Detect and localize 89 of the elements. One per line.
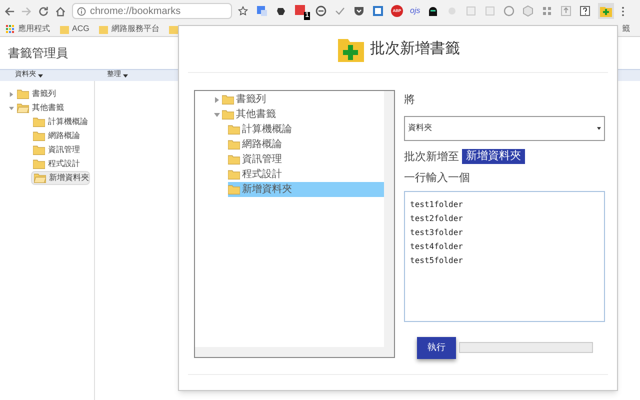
folder-icon xyxy=(228,154,240,165)
folder-icon xyxy=(17,89,29,99)
folder-icon xyxy=(33,159,45,169)
tree-item[interactable]: 計算機概論 xyxy=(228,122,384,137)
folder-icon xyxy=(33,117,45,127)
apps-grid-icon xyxy=(6,24,15,34)
folder-select[interactable]: 資料夾 xyxy=(404,116,605,140)
scrollbar[interactable] xyxy=(195,347,394,357)
open-folder-icon xyxy=(34,173,46,183)
tree-item[interactable]: 資訊管理 xyxy=(31,143,90,157)
dialog-title: 批次新增書籤 xyxy=(370,38,460,59)
field-label: 將 xyxy=(404,93,416,108)
target-label: 批次新增至 xyxy=(404,150,459,164)
tree-item-label: 計算機概論 xyxy=(242,122,292,137)
collapsed-arrow-icon[interactable] xyxy=(214,96,220,102)
pocket-icon[interactable] xyxy=(353,5,365,17)
folder-icon xyxy=(33,131,45,141)
page-title: 書籤管理員 xyxy=(8,45,68,62)
tree-item-label: 書籤列 xyxy=(236,92,266,107)
tree-item-label: 書籤列 xyxy=(32,88,56,100)
target-folder-tag: 新增資料夾 xyxy=(462,149,525,164)
folder-icon xyxy=(33,145,45,155)
tree-item[interactable]: 新增資料夾 xyxy=(31,171,90,185)
back-icon[interactable] xyxy=(4,6,15,16)
tree-item-label: 資訊管理 xyxy=(242,152,282,167)
tree-item-label: 計算機概論 xyxy=(48,116,88,128)
tree-item-label: 程式設計 xyxy=(48,158,80,170)
menu-icon[interactable] xyxy=(621,6,626,16)
address-bar[interactable]: chrome://bookmarks xyxy=(72,3,232,19)
info-icon[interactable] xyxy=(77,6,86,16)
home-icon[interactable] xyxy=(55,6,66,16)
tree-item[interactable]: 新增資料夾 xyxy=(228,182,384,197)
folder-icon xyxy=(222,109,234,120)
tree-item-label: 資訊管理 xyxy=(48,144,80,156)
folder-icon xyxy=(228,124,240,135)
bookmark[interactable]: 籤 xyxy=(622,23,630,35)
folder-icon xyxy=(228,139,240,150)
caret-icon xyxy=(38,74,43,78)
tree-item-label: 其他書籤 xyxy=(236,108,276,122)
open-folder-icon xyxy=(17,103,29,113)
tree-item[interactable]: 資訊管理 xyxy=(228,152,384,167)
tree-item[interactable]: 其他書籤 xyxy=(7,101,90,115)
folder-names-textarea[interactable]: test1folder test2folder test3folder test4folder test5folder xyxy=(404,190,605,322)
bookmark[interactable]: ACG xyxy=(60,23,90,35)
folder-plus-icon xyxy=(600,5,612,17)
frame-icon[interactable] xyxy=(484,5,496,17)
tree-item[interactable]: 網路概論 xyxy=(31,129,90,143)
field-label: 一行輸入一個 xyxy=(404,171,471,186)
address-text: chrome://bookmarks xyxy=(90,4,181,18)
tree-item-label: 新增資料夾 xyxy=(242,182,292,197)
tree-item[interactable]: 書籤列 xyxy=(7,87,90,101)
tree-item-label: 新增資料夾 xyxy=(49,172,89,184)
bookmark[interactable]: 應用程式 xyxy=(6,23,50,35)
folder-icon xyxy=(60,24,69,34)
circle-icon[interactable] xyxy=(315,5,327,17)
expanded-arrow-icon[interactable] xyxy=(9,106,14,110)
caret-icon xyxy=(597,126,601,130)
bookmark[interactable]: 網路服務平台 xyxy=(99,23,160,35)
folder-icon xyxy=(222,94,234,105)
tree-item[interactable]: 網路概論 xyxy=(228,137,384,152)
scrollbar[interactable] xyxy=(384,91,394,347)
tree-item[interactable]: 程式設計 xyxy=(31,157,90,171)
grid-icon[interactable] xyxy=(541,5,554,17)
run-button[interactable]: 執行 xyxy=(417,336,456,358)
bookmark[interactable] xyxy=(169,24,178,34)
tree-item[interactable]: 書籤列 xyxy=(214,92,384,107)
tree-item[interactable]: 程式設計 xyxy=(228,167,384,182)
reload-icon[interactable] xyxy=(38,6,49,16)
folder-icon xyxy=(169,24,178,34)
collapsed-arrow-icon[interactable] xyxy=(9,92,14,96)
upload-icon[interactable] xyxy=(560,5,572,17)
tree-item-label: 網路概論 xyxy=(48,130,80,142)
check-icon[interactable] xyxy=(334,5,346,17)
caret-icon xyxy=(123,74,128,78)
tree-item[interactable]: 計算機概論 xyxy=(31,115,90,129)
expanded-arrow-icon[interactable] xyxy=(214,112,220,118)
folder-icon xyxy=(228,169,240,180)
active-extension-button[interactable] xyxy=(598,3,614,19)
tree-item-label: 其他書籤 xyxy=(32,102,64,114)
forward-icon[interactable] xyxy=(21,6,32,16)
folder-icon xyxy=(228,184,240,195)
help-icon[interactable] xyxy=(579,5,592,17)
tree-item-label: 網路概論 xyxy=(242,138,282,152)
folder-icon xyxy=(99,24,108,34)
tree-item-label: 程式設計 xyxy=(242,168,282,182)
ghost-icon[interactable] xyxy=(427,5,440,17)
tree-item[interactable]: 其他書籤 xyxy=(214,107,384,122)
star-icon[interactable] xyxy=(238,6,248,16)
ojs-icon[interactable]: ojs xyxy=(410,5,420,17)
